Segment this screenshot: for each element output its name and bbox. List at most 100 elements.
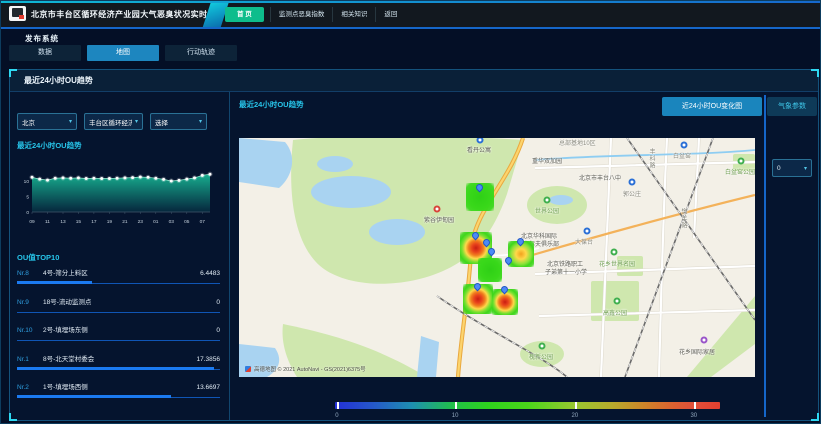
top10-name: 1号-填埋场西侧 [43, 381, 88, 391]
top10-bar-fill [17, 395, 171, 398]
top10-row: Nr.21号-填埋场西侧13.6697 [17, 376, 220, 405]
tab-data[interactable]: 数据 [9, 45, 81, 61]
tab-track[interactable]: 行动轨迹 [165, 45, 237, 61]
top10-bar-track [17, 338, 220, 341]
map-park-icon [544, 197, 551, 204]
map-park-icon [611, 249, 618, 256]
map-park-icon [738, 158, 745, 165]
map-label: 白盆窑 [673, 151, 691, 160]
trend-chart-label: 最近24小时OU趋势 [17, 140, 82, 151]
top10-bar-track [17, 310, 220, 313]
city-select-value: 北京 [22, 117, 66, 127]
svg-text:15: 15 [76, 219, 82, 225]
svg-text:03: 03 [169, 219, 175, 225]
svg-text:01: 01 [153, 219, 159, 225]
top10-bar-fill [17, 367, 214, 370]
chevron-down-icon: ▾ [804, 165, 807, 172]
map-metro-icon [584, 228, 591, 235]
site-select[interactable]: 选择▾ [150, 113, 207, 130]
publisher-label: 发布系统 [25, 33, 59, 44]
top10-value: 0 [216, 327, 220, 334]
map-label: 槐新公园 [529, 352, 553, 361]
hour-select[interactable]: 0 ▾ [772, 159, 812, 177]
map-canvas[interactable]: 总部基地10区看丹公寓白盆窑重华双加园北京市丰台八中郭公庄白盆窑公园世界公园紫谷… [239, 138, 755, 377]
nav-item-monitor-odor-index[interactable]: 监测点恶臭指数 [270, 7, 333, 22]
svg-text:23: 23 [138, 219, 144, 225]
top10-row-text: Nr.102号-填埋场东侧 0 [17, 319, 220, 334]
colorbar-tick [575, 402, 577, 409]
app-root: 北京市丰台区循环经济产业园大气恶臭状况实时 首 页监测点恶臭指数相关知识返回 发… [0, 0, 821, 424]
top10-bar-track [17, 367, 220, 370]
top10-bar-track [17, 395, 220, 398]
colorbar-tick-label: 10 [452, 413, 459, 419]
map-label: 大葆台 [575, 237, 593, 246]
svg-text:10: 10 [24, 179, 30, 185]
top10-name: 4号-筛分上料区 [43, 267, 88, 277]
top-header: 北京市丰台区循环经济产业园大气恶臭状况实时 首 页监测点恶臭指数相关知识返回 [1, 1, 820, 27]
tab-map[interactable]: 地图 [87, 45, 159, 61]
autonavi-logo-icon [245, 366, 251, 372]
map-mall-icon [701, 337, 708, 344]
top-accent-line [1, 1, 820, 3]
top10-row: Nr.918号-流动监测点0 [17, 291, 220, 320]
map-metro-icon [629, 179, 636, 186]
colorbar-tick [337, 402, 339, 409]
svg-text:09: 09 [29, 219, 35, 225]
filter-selects: 北京▾丰台区循环经济产▾选择▾ [17, 113, 207, 130]
header-divider [1, 27, 820, 29]
map-label: 丰科路 [647, 148, 656, 169]
ou-trend-chart: 0510091113151719212301030507 [18, 156, 218, 234]
top10-value: 17.3856 [197, 356, 221, 363]
right-strip: 0 ▾ [764, 95, 818, 417]
top10-rank: Nr.1 [17, 356, 43, 363]
nav-item-knowledge[interactable]: 相关知识 [332, 7, 375, 22]
main-panel: 最近24小时OU趋势 北京▾丰台区循环经济产▾选择▾ 最近24小时OU趋势 05… [9, 69, 819, 421]
ou-24h-change-button[interactable]: 近24小时OU变化图 [662, 97, 762, 116]
svg-text:5: 5 [26, 195, 29, 201]
map-label: 郭公庄 [623, 189, 641, 198]
map-label: 总部基地10区 [559, 138, 596, 147]
svg-text:13: 13 [60, 219, 66, 225]
chevron-down-icon: ▾ [69, 118, 72, 125]
district-select[interactable]: 丰台区循环经济产▾ [84, 113, 143, 130]
top10-name: 8号-北天堂村委会 [43, 353, 94, 363]
site-select-value: 选择 [155, 117, 196, 127]
map-label: 子弟第十一小学 [545, 267, 587, 276]
app-title: 北京市丰台区循环经济产业园大气恶臭状况实时 [31, 9, 207, 20]
top10-row-text: Nr.918号-流动监测点0 [17, 291, 220, 306]
svg-text:21: 21 [122, 219, 128, 225]
chevron-down-icon: ▾ [199, 118, 202, 125]
top10-value: 0 [216, 299, 220, 306]
view-tabs: 数据地图行动轨迹 [9, 45, 237, 61]
map-label: 紫谷伊甸园 [424, 215, 454, 224]
map-scenic-icon [434, 206, 441, 213]
panel-title: 最近24小时OU趋势 [24, 70, 93, 91]
top10-row: Nr.102号-填埋场东侧 0 [17, 319, 220, 348]
top10-row: Nr.84号-筛分上料区6.4483 [17, 262, 220, 291]
svg-text:11: 11 [45, 219, 50, 225]
top10-rank: Nr.10 [17, 327, 43, 334]
panel-corner [811, 413, 819, 421]
map-label: 世界公园 [535, 206, 559, 215]
chevron-down-icon: ▾ [135, 118, 138, 125]
svg-text:0: 0 [26, 210, 29, 216]
map-metro-icon [681, 142, 688, 149]
heatmap-colorbar: 0102030 [335, 402, 720, 422]
nav-item-back[interactable]: 返回 [375, 7, 405, 22]
panel-corner [811, 69, 819, 77]
map-label: 白盆窑公园 [725, 167, 755, 176]
top10-name: 2号-填埋场东侧 [43, 324, 88, 334]
map-label: 高鑫公园 [603, 308, 627, 317]
svg-text:19: 19 [107, 219, 113, 225]
nav-item-home[interactable]: 首 页 [225, 7, 264, 22]
panel-titlebar: 最近24小时OU趋势 [10, 70, 818, 92]
map-label: 重华双加园 [532, 156, 562, 165]
top10-rank: Nr.9 [17, 299, 43, 306]
city-select[interactable]: 北京▾ [17, 113, 77, 130]
top10-value: 13.6697 [197, 384, 221, 391]
colorbar-gradient [335, 402, 720, 409]
colorbar-tick [455, 402, 457, 409]
top10-list: Nr.84号-筛分上料区6.4483Nr.918号-流动监测点0Nr.102号-… [17, 262, 220, 405]
colorbar-tick-label: 20 [572, 413, 579, 419]
panel-corner [9, 69, 17, 77]
